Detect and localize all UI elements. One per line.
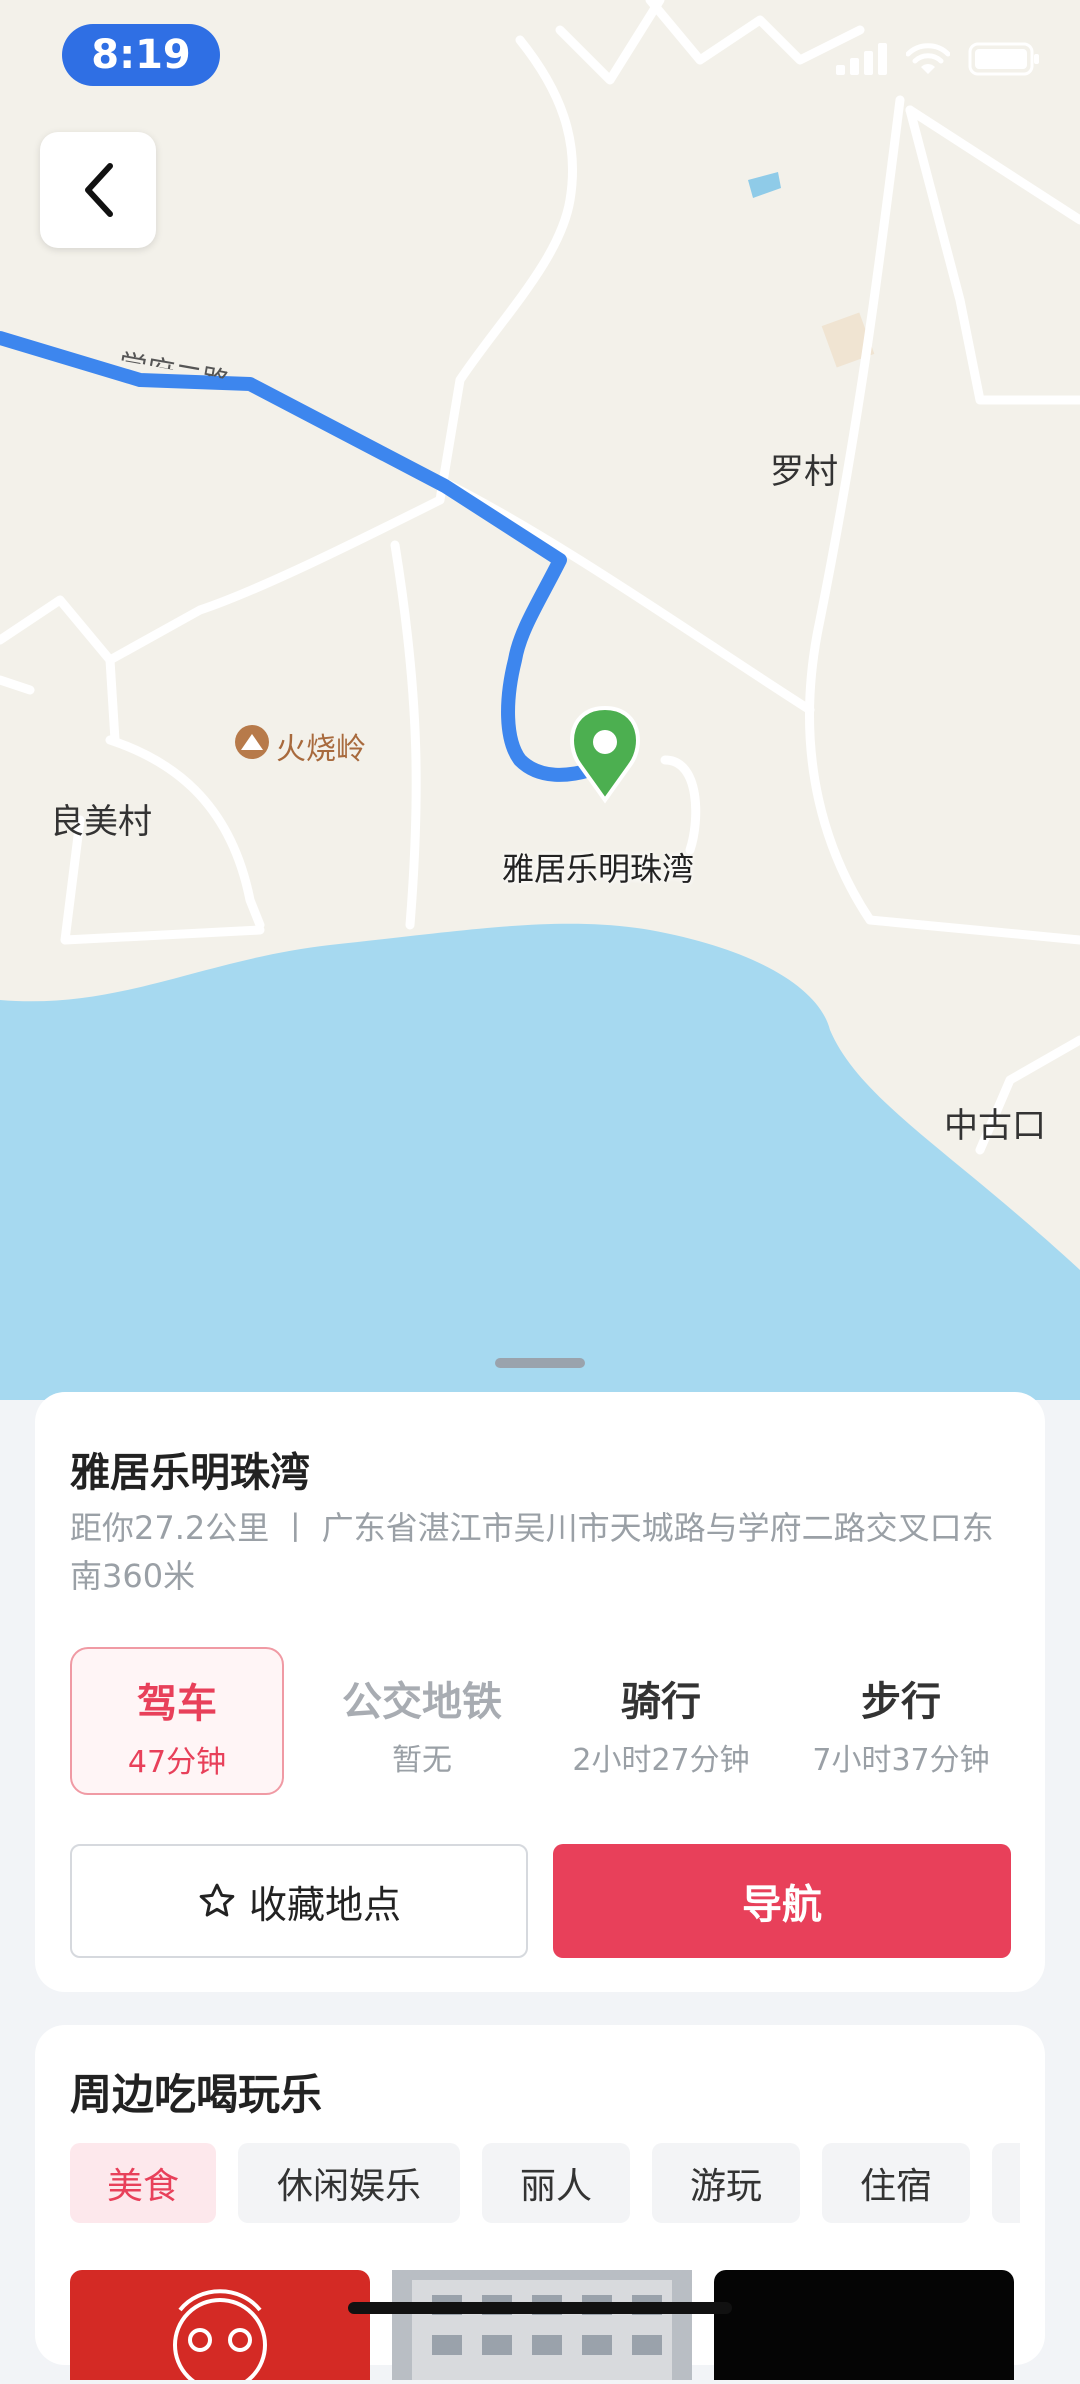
lion-logo-icon <box>173 2289 267 2384</box>
mode-time: 2小时27分钟 <box>572 1743 750 1778</box>
category-tabs: 美食 休闲娱乐 丽人 游玩 住宿 <box>70 2143 1020 2223</box>
sheet-drag-handle[interactable] <box>495 1358 585 1368</box>
category-food[interactable]: 美食 <box>70 2143 216 2223</box>
building-photo <box>392 2270 692 2380</box>
wifi-icon <box>906 43 950 74</box>
map-view[interactable]: 学府二路 罗村 火烧岭 良美村 雅居乐明珠湾 中古口 <box>0 0 1080 1400</box>
navigate-button[interactable]: 导航 <box>553 1844 1011 1958</box>
destination-pin-icon <box>570 705 640 804</box>
favorite-button[interactable]: 收藏地点 <box>70 1844 528 1958</box>
category-leisure[interactable]: 休闲娱乐 <box>238 2143 460 2223</box>
favorite-label: 收藏地点 <box>248 1882 401 1927</box>
category-more[interactable] <box>992 2143 1020 2223</box>
map-canvas <box>0 0 1080 1400</box>
battery-icon <box>968 42 1039 76</box>
nearby-item-thumbnail[interactable] <box>714 2270 1014 2380</box>
travel-mode-selector: 驾车 47分钟 公交地铁 暂无 骑行 2小时27分钟 步行 7小时37分钟 <box>70 1647 1020 1795</box>
map-label-huoshaoling: 火烧岭 <box>276 732 366 767</box>
category-hotel[interactable]: 住宿 <box>822 2143 970 2223</box>
mode-cycling[interactable]: 骑行 2小时27分钟 <box>554 1647 768 1795</box>
mode-drive[interactable]: 驾车 47分钟 <box>70 1647 284 1795</box>
place-name: 雅居乐明珠湾 <box>70 1450 310 1496</box>
chevron-left-icon <box>85 163 113 217</box>
nearby-item-thumbnail[interactable] <box>70 2270 370 2384</box>
category-fun[interactable]: 游玩 <box>652 2143 800 2223</box>
mode-label: 公交地铁 <box>342 1679 502 1725</box>
mode-label: 骑行 <box>621 1679 701 1725</box>
place-detail-card: 雅居乐明珠湾 距你27.2公里 丨 广东省湛江市吴川市天城路与学府二路交叉口东南… <box>35 1392 1045 1992</box>
map-label-zhonggukou: 中古口 <box>944 1106 1046 1146</box>
status-time: 8:19 <box>62 24 220 86</box>
signal-icon <box>836 43 887 75</box>
route-line <box>0 331 597 782</box>
mode-label: 驾车 <box>137 1681 217 1727</box>
sea-area <box>0 923 1080 1400</box>
mode-time: 47分钟 <box>127 1745 227 1780</box>
nearby-card: 周边吃喝玩乐 美食 休闲娱乐 丽人 游玩 住宿 <box>35 2025 1045 2384</box>
mode-time: 7小时37分钟 <box>812 1743 990 1778</box>
home-indicator <box>348 2302 732 2314</box>
star-icon <box>199 1883 235 1917</box>
mode-walking[interactable]: 步行 7小时37分钟 <box>794 1647 1008 1795</box>
category-beauty[interactable]: 丽人 <box>482 2143 630 2223</box>
nearby-item-thumbnail[interactable] <box>392 2270 692 2380</box>
lake <box>748 172 781 198</box>
nearby-title: 周边吃喝玩乐 <box>70 2070 323 2119</box>
back-button[interactable] <box>40 132 156 248</box>
mode-time: 暂无 <box>392 1743 452 1778</box>
map-label-destination: 雅居乐明珠湾 <box>502 850 695 888</box>
status-icons <box>836 42 1040 76</box>
map-label-luo-village: 罗村 <box>770 452 838 492</box>
mode-label: 步行 <box>861 1679 941 1725</box>
map-label-liangmei-village: 良美村 <box>50 802 152 842</box>
status-bar: 8:19 <box>0 0 1080 110</box>
place-address: 距你27.2公里 丨 广东省湛江市吴川市天城路与学府二路交叉口东南360米 <box>70 1509 994 1595</box>
mode-transit[interactable]: 公交地铁 暂无 <box>315 1647 529 1795</box>
